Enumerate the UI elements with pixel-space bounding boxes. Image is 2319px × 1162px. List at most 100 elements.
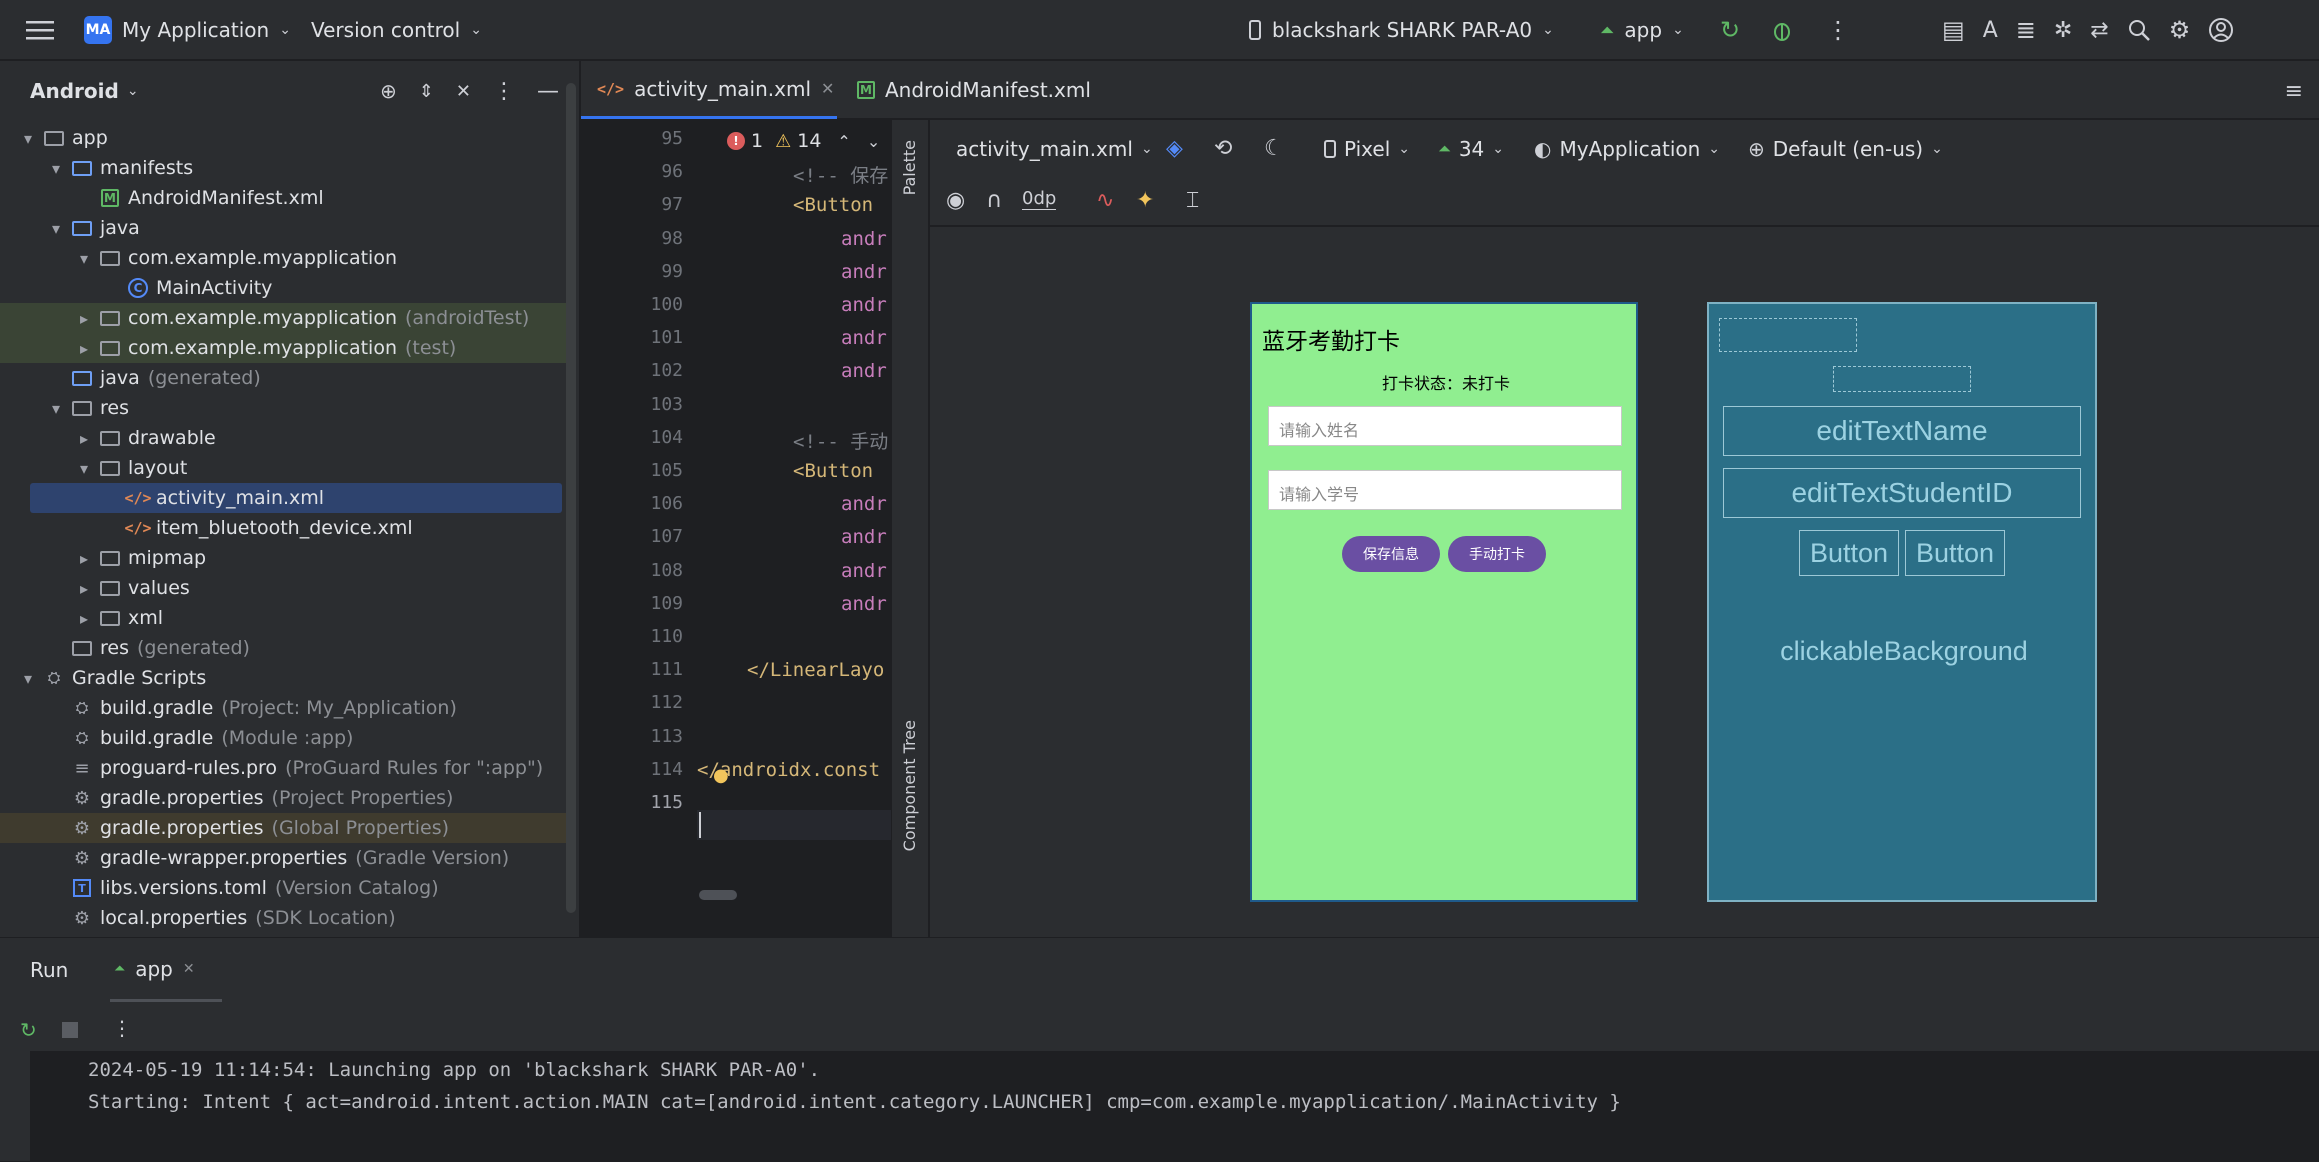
tree-item[interactable]: ▾ ⛭ Gradle Scripts [0,663,566,693]
kebab-icon[interactable]: ⋮ [493,79,515,104]
project-view-selector[interactable]: Android ⌄ [30,61,139,121]
tree-item[interactable]: ⚙ gradle.properties (Project Properties) [0,783,566,813]
expand-all-icon[interactable]: ⇕ [419,81,434,102]
tree-item[interactable]: ▾ app [0,123,566,153]
tree-chevron[interactable]: ▸ [74,339,94,358]
bp-edit-student-id[interactable]: editTextStudentID [1723,468,2081,518]
tree-item[interactable]: Tlibs.versions.toml (Version Catalog) [0,873,566,903]
tree-item[interactable]: ▸ mipmap [0,543,566,573]
more-actions-button[interactable]: ⋮ [1826,0,1850,60]
tree-chevron[interactable]: ▸ [74,549,94,568]
tree-item[interactable]: ▸ drawable [0,423,566,453]
tree-item[interactable]: ≡ proguard-rules.pro (ProGuard Rules for "… [0,753,566,783]
tree-chevron[interactable]: ▾ [18,669,38,688]
close-icon[interactable]: ✕ [821,79,834,98]
bp-button-2[interactable]: Button [1905,530,2005,576]
tree-item[interactable]: ▸ com.example.myapplication (androidTest) [0,303,566,333]
tree-chevron[interactable]: ▾ [46,159,66,178]
tree-item[interactable]: ⚙ gradle.properties (Global Properties) [0,813,566,843]
tree-item[interactable]: ▾ com.example.myapplication [0,243,566,273]
tree-chevron[interactable]: ▸ [74,429,94,448]
tree-item[interactable]: ⛭ build.gradle (Project: My_Application) [0,693,566,723]
app-inspection-icon[interactable]: ✲ [2054,18,2072,43]
tree-item[interactable]: ▸ values [0,573,566,603]
locale-selector[interactable]: ⊕ Default (en-us) ⌄ [1748,120,1943,178]
tree-chevron[interactable]: ▾ [74,459,94,478]
tree-item[interactable]: </> item_bluetooth_device.xml [0,513,566,543]
infer-constraints-icon[interactable]: ✦ [1136,188,1154,213]
magnet-icon[interactable]: ∩ [986,188,1002,213]
tree-item[interactable]: ▾ java [0,213,566,243]
palette-tab[interactable]: Palette [900,140,922,195]
minimize-icon[interactable]: — [537,79,559,104]
run-console[interactable]: 2024-05-19 11:14:54: Launching app on 'b… [30,1051,2319,1161]
run-tab-app[interactable]: ⏶ app ✕ [110,938,222,1002]
bp-clickable-background[interactable]: clickableBackground [1709,636,2099,667]
tree-chevron[interactable]: ▾ [74,249,94,268]
tree-item[interactable]: ▾ res [0,393,566,423]
tree-chevron[interactable]: ▸ [74,609,94,628]
locate-icon[interactable]: ⊕ [380,79,397,103]
name-input[interactable]: 请输入姓名 [1268,406,1622,446]
tabs-menu-icon[interactable]: ≡ [2285,79,2303,104]
close-icon[interactable]: ✕ [183,961,195,977]
bp-button-1[interactable]: Button [1799,530,1899,576]
tree-item[interactable]: ⛭ build.gradle (Module :app) [0,723,566,753]
lightbulb-icon[interactable]: ● [713,765,729,786]
bp-edit-name[interactable]: editTextName [1723,406,2081,456]
tree-item[interactable]: M AndroidManifest.xml [0,183,566,213]
tree-item[interactable]: ▸ xml [0,603,566,633]
tree-item[interactable]: </> activity_main.xml [0,483,566,513]
tree-item[interactable]: C MainActivity [0,273,566,303]
gear-icon[interactable]: ⚙ [2169,16,2191,44]
save-info-button[interactable]: 保存信息 [1342,536,1440,572]
run-config-selector[interactable]: ⏶ app ⌄ [1600,0,1684,60]
tab-activity-main[interactable]: </> activity_main.xml ✕ [581,61,837,119]
tree-scrollbar[interactable] [566,83,576,913]
device-manager-icon[interactable]: ▤ [1942,16,1965,44]
api-selector[interactable]: ⏶ 34 ⌄ [1438,120,1504,178]
code-editor[interactable]: ! 1 ⚠ 14 ⌃ ⌄ <!-- 保存 <Button andr andr andr a… [697,120,891,937]
guidelines-icon[interactable]: ⌶ [1186,188,1199,213]
night-mode-icon[interactable]: ☾ [1264,136,1284,161]
project-selector[interactable]: MA My Application ⌄ [84,0,291,60]
eye-icon[interactable]: ◉ [946,188,965,213]
translate-icon[interactable]: A [1983,18,1998,43]
sync-icon[interactable]: ⇄ [2090,18,2108,43]
device-preview-selector[interactable]: Pixel ⌄ [1324,120,1410,178]
layers-icon[interactable]: ◈ [1166,136,1183,161]
logcat-icon[interactable]: ≣ [2016,16,2036,44]
tree-chevron[interactable]: ▸ [74,579,94,598]
tab-android-manifest[interactable]: M AndroidManifest.xml [841,61,1107,119]
tree-chevron[interactable]: ▸ [74,309,94,328]
bp-title-box[interactable] [1719,318,1857,352]
rerun-icon[interactable]: ↻ [20,1018,37,1042]
debug-button[interactable] [1770,0,1794,60]
clear-constraints-icon[interactable]: ∿ [1096,188,1114,213]
tree-item[interactable]: ⚙ local.properties (SDK Location) [0,903,566,933]
collapse-all-icon[interactable]: ✕ [456,81,471,102]
manual-checkin-button[interactable]: 手动打卡 [1448,536,1546,572]
account-icon[interactable] [2208,17,2234,43]
kebab-icon[interactable]: ⋮ [112,1016,132,1040]
tree-item[interactable]: ▸ com.example.myapplication (test) [0,333,566,363]
tree-item[interactable]: ⚙ gradle-wrapper.properties (Gradle Versio… [0,843,566,873]
horizontal-scrollbar[interactable] [699,890,737,900]
orientation-icon[interactable]: ⟲ [1214,136,1232,161]
tree-item[interactable]: res (generated) [0,633,566,663]
component-tree-tab[interactable]: Component Tree [900,720,922,851]
student-id-input[interactable]: 请输入学号 [1268,470,1622,510]
tree-item[interactable]: ▾ layout [0,453,566,483]
stop-icon[interactable] [62,1022,78,1038]
tree-chevron[interactable]: ▾ [18,129,38,148]
tree-chevron[interactable]: ▾ [46,399,66,418]
device-selector[interactable]: blackshark SHARK PAR-A0 ⌄ [1248,0,1554,60]
default-margin[interactable]: 0dp [1022,188,1057,210]
main-menu-button[interactable] [26,0,54,60]
file-selector[interactable]: activity_main.xml ⌄ [956,120,1153,178]
tree-item[interactable]: ▾ manifests [0,153,566,183]
tree-item[interactable]: java (generated) [0,363,566,393]
tree-chevron[interactable]: ▾ [46,219,66,238]
search-icon[interactable] [2127,18,2151,42]
theme-selector[interactable]: ◐ MyApplication ⌄ [1534,120,1720,178]
